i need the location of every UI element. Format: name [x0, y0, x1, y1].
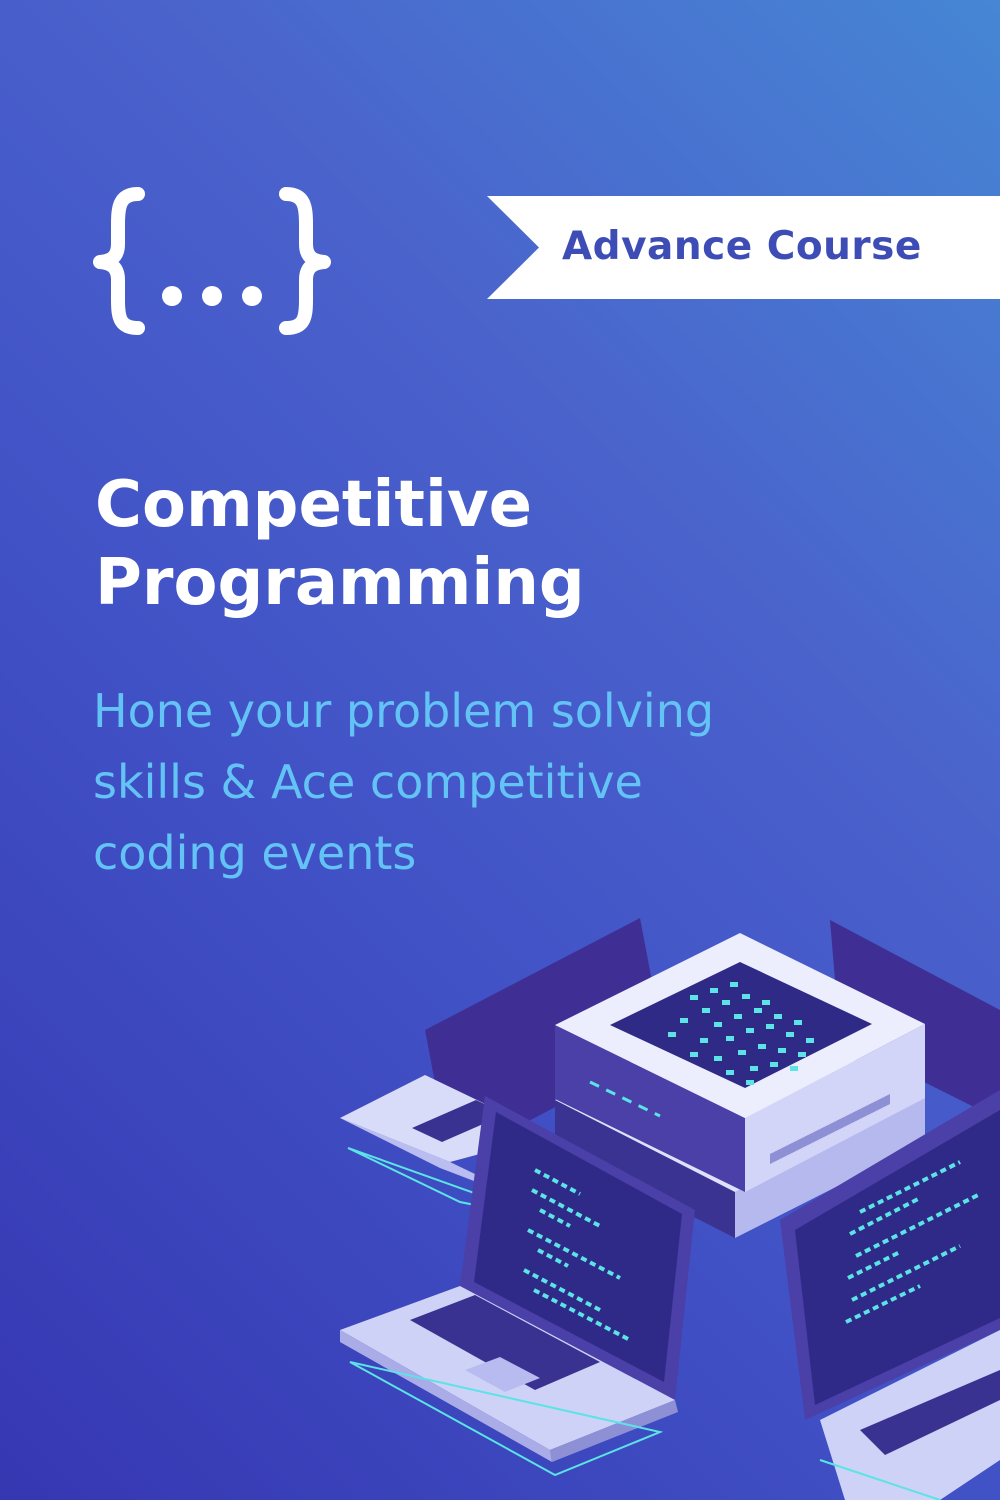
course-subtitle: Hone your problem solving skills & Ace c… [93, 676, 913, 889]
course-title-line: Programming [95, 546, 585, 620]
course-poster: Advance Course Competitive Programming H… [0, 0, 1000, 1500]
course-subtitle-line: skills & Ace competitive [93, 755, 643, 809]
course-title-line: Competitive [95, 468, 533, 542]
course-level-label: Advance Course [562, 224, 922, 269]
course-subtitle-line: coding events [93, 826, 417, 880]
curly-braces-logo-icon [93, 187, 331, 335]
course-subtitle-line: Hone your problem solving [93, 684, 715, 738]
server-laptops-illustration [340, 918, 1000, 1500]
course-title: Competitive Programming [95, 466, 855, 622]
